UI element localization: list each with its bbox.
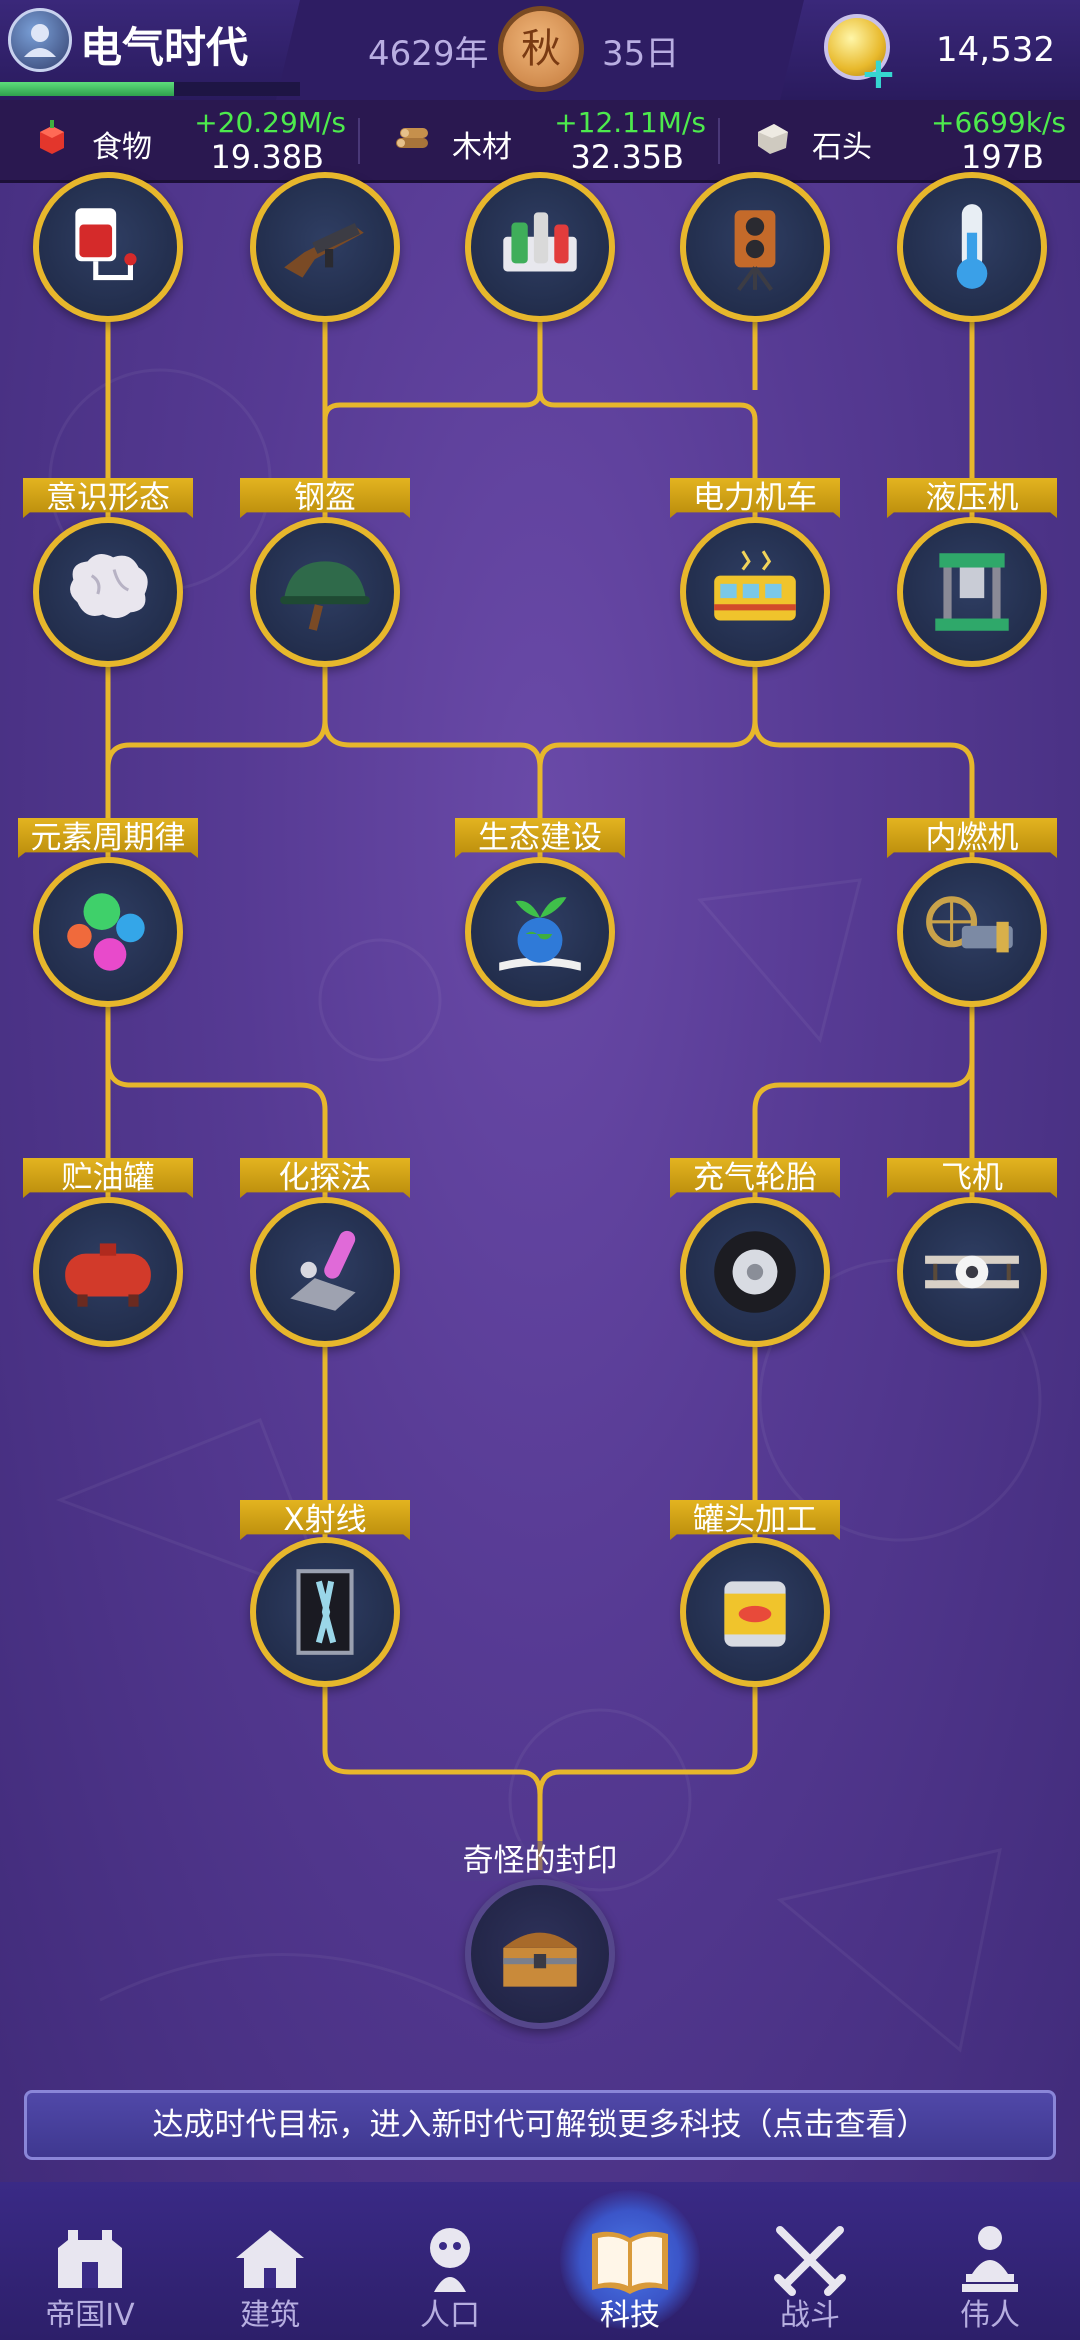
tech-node-thermometer[interactable] (897, 172, 1047, 322)
tech-label: 化探法 (240, 1158, 410, 1198)
tech-node-strange-seal[interactable] (465, 1879, 615, 2029)
era-progress-bar (0, 82, 300, 96)
tech-node-helmet[interactable] (250, 517, 400, 667)
tech-node-oil-tank[interactable] (33, 1197, 183, 1347)
nav-empire[interactable]: 帝国IV (0, 2182, 180, 2340)
logs-icon (396, 128, 428, 148)
stone-icon (758, 124, 788, 154)
tech-node-blood-bag[interactable] (33, 172, 183, 322)
resource-stone[interactable]: 石头 +6699k/s 197B (720, 100, 1078, 180)
tech-label: 飞机 (887, 1158, 1057, 1198)
movie-camera-icon (734, 210, 776, 292)
tech-label: X射线 (240, 1500, 410, 1540)
nav-label: 帝国IV (45, 2298, 135, 2333)
tech-node-movie-camera[interactable] (680, 172, 830, 322)
tech-node-ideology[interactable] (33, 517, 183, 667)
tech-label: 罐头加工 (670, 1500, 840, 1540)
blood-bag-icon (75, 208, 137, 281)
tech-node-chem-analysis[interactable] (250, 1197, 400, 1347)
tech-label: 贮油罐 (23, 1158, 193, 1198)
resource-wood[interactable]: 木材 +12.11M/s 32.35B (360, 100, 718, 180)
engine-icon (926, 896, 1013, 953)
tech-label: 钢盔 (240, 478, 410, 518)
tech-label: 意识形态 (23, 478, 193, 518)
era-emblem-icon[interactable] (8, 8, 72, 72)
tech-node-xray[interactable] (250, 1537, 400, 1687)
tech-node-canning[interactable] (680, 1537, 830, 1687)
tech-label: 充气轮胎 (670, 1158, 840, 1198)
brain-icon (70, 554, 148, 619)
resource-name: 石头 (812, 130, 872, 165)
tech-label: 内燃机 (887, 818, 1057, 858)
tech-label: 电力机车 (670, 478, 840, 518)
resource-rate: +6699k/s (931, 106, 1066, 139)
nav-label: 科技 (600, 2298, 660, 2333)
nav-label: 人口 (420, 2298, 480, 2333)
tech-label: 元素周期律 (18, 818, 198, 858)
era-progress-fill (0, 82, 174, 96)
add-gold-icon[interactable]: + (860, 48, 897, 99)
resource-name: 木材 (452, 130, 512, 165)
tech-node-pneumatic-tire[interactable] (680, 1197, 830, 1347)
submachine-gun-icon (284, 222, 364, 278)
nav-great-people[interactable]: 伟人 (900, 2182, 1080, 2340)
nav-label: 建筑 (240, 2298, 300, 2333)
resource-food[interactable]: 食物 +20.29M/s 19.38B (0, 100, 358, 180)
tech-node-airplane[interactable] (897, 1197, 1047, 1347)
era-title: 电气时代 (80, 23, 249, 72)
bottom-nav: 帝国IV 建筑 人口 科技 战斗 伟人 (0, 2182, 1080, 2340)
apple-icon (40, 120, 64, 154)
sprout-globe-icon (499, 897, 581, 971)
atoms-icon (67, 893, 145, 971)
nav-technology[interactable]: 科技 (540, 2182, 720, 2340)
top-bar: 电气时代 4629年 秋 35日 + 14,532 (0, 0, 1080, 100)
test-tube-icon (290, 1230, 356, 1311)
tech-label: 液压机 (887, 478, 1057, 518)
era-goal-button[interactable]: 达成时代目标，进入新时代可解锁更多科技（点击查看） (24, 2090, 1056, 2160)
season-badge[interactable]: 秋 (498, 6, 584, 92)
nav-label: 伟人 (960, 2298, 1020, 2333)
xray-icon (296, 1569, 354, 1655)
resource-total: 19.38B (210, 138, 324, 176)
tech-node-periodic-law[interactable] (33, 857, 183, 1007)
tech-label: 奇怪的封印 (450, 1841, 630, 1881)
press-icon (935, 553, 1009, 631)
can-icon (724, 1581, 786, 1647)
tech-node-hydraulic-press[interactable] (897, 517, 1047, 667)
year-label: 4629年 (368, 34, 489, 74)
resource-name: 食物 (92, 130, 152, 165)
nav-label: 战斗 (780, 2298, 840, 2333)
resource-total: 197B (960, 138, 1044, 176)
tech-node-medicine-bottles[interactable] (465, 172, 615, 322)
nav-population[interactable]: 人口 (360, 2182, 540, 2340)
resource-rate: +12.11M/s (554, 106, 706, 139)
treasure-chest-icon (503, 1932, 577, 1987)
nav-battle[interactable]: 战斗 (720, 2182, 900, 2340)
day-label: 35日 (602, 34, 680, 74)
tech-node-submachine-gun[interactable] (250, 172, 400, 322)
resource-bar: 食物 +20.29M/s 19.38B 木材 +12.11M/s 32.35B … (0, 100, 1080, 183)
tech-node-eco-building[interactable] (465, 857, 615, 1007)
tech-node-electric-train[interactable] (680, 517, 830, 667)
tire-icon (714, 1231, 796, 1313)
helmet-icon (280, 561, 370, 631)
gold-amount: 14,532 (936, 30, 1055, 70)
tech-label: 生态建设 (455, 818, 625, 858)
resource-total: 32.35B (570, 138, 684, 176)
oil-tank-icon (65, 1243, 151, 1307)
nav-buildings[interactable]: 建筑 (180, 2182, 360, 2340)
tram-icon (714, 550, 796, 621)
tech-node-combustion-engine[interactable] (897, 857, 1047, 1007)
biplane-icon (925, 1255, 1019, 1289)
medicine-bottles-icon (503, 212, 577, 272)
thermometer-icon (956, 204, 988, 289)
resource-rate: +20.29M/s (194, 106, 346, 139)
